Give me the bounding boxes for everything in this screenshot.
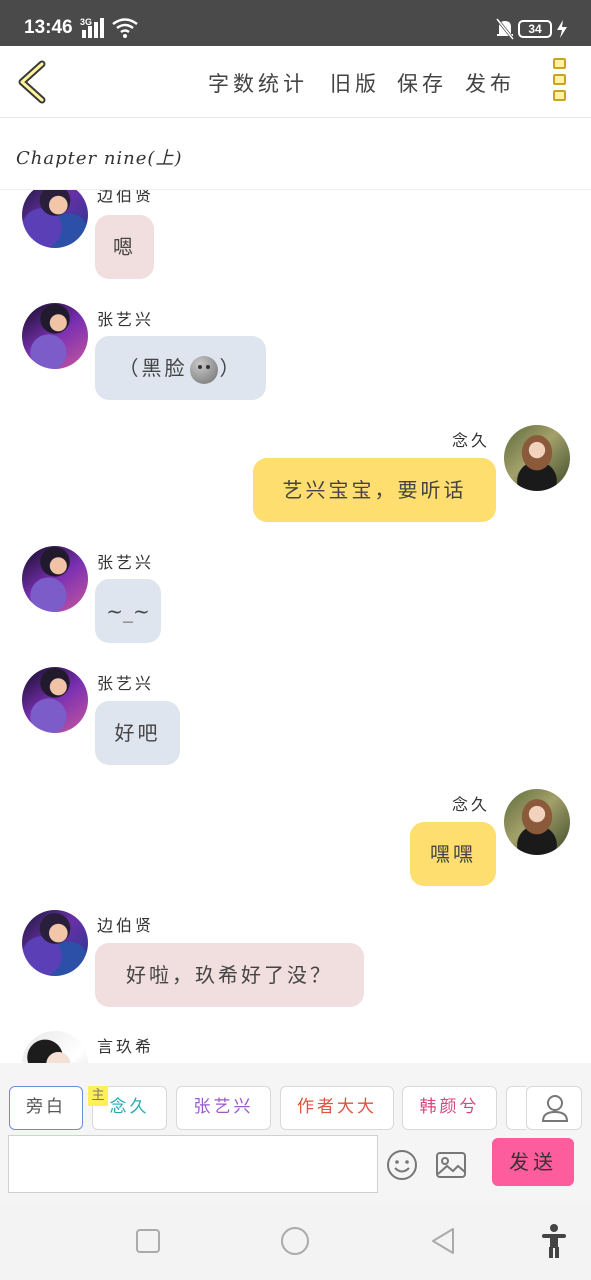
avatar[interactable] — [22, 303, 88, 369]
mute-bell-icon — [496, 18, 514, 40]
add-role-button[interactable] — [526, 1086, 582, 1130]
sender-name: 念久 — [452, 795, 491, 814]
message-bubble[interactable]: 艺兴宝宝，要听话 — [253, 458, 496, 522]
back-nav-icon[interactable] — [429, 1226, 457, 1256]
message-bubble[interactable]: ~_~ — [95, 579, 161, 643]
avatar[interactable] — [504, 425, 570, 491]
message-input[interactable] — [8, 1135, 378, 1193]
word-count-button[interactable]: 字数统计 — [208, 68, 308, 98]
battery-indicator: 34 — [518, 20, 552, 38]
message-bubble[interactable]: 好啦，玖希好了没？ — [95, 943, 364, 1007]
sender-name: 张艺兴 — [97, 553, 155, 572]
old-version-button[interactable]: 旧版 — [330, 68, 380, 98]
chat-scroll-area[interactable]: 边伯贤 嗯 张艺兴 （黑脸 ） 念久 艺兴宝宝，要听话 张艺兴 ~_~ 张艺兴 好… — [0, 190, 591, 1063]
angry-face-emoji-icon — [189, 355, 218, 384]
more-menu-icon[interactable] — [548, 58, 570, 108]
main-role-badge: 主 — [88, 1086, 108, 1106]
role-tab-narration[interactable]: 旁白 — [9, 1086, 83, 1130]
role-tab-more[interactable] — [506, 1086, 526, 1130]
home-icon[interactable] — [280, 1226, 310, 1256]
sender-name: 边伯贤 — [97, 190, 155, 205]
save-button[interactable]: 保存 — [397, 68, 447, 98]
status-time: 13:46 — [24, 17, 73, 38]
editor-header: 字数统计 旧版 保存 发布 — [0, 46, 591, 118]
back-arrow-icon[interactable] — [14, 60, 54, 104]
sender-name: 边伯贤 — [97, 916, 155, 935]
avatar[interactable] — [22, 667, 88, 733]
role-tab-zhang-yixing[interactable]: 张艺兴 — [176, 1086, 271, 1130]
charging-icon — [557, 20, 567, 38]
sender-name: 张艺兴 — [97, 310, 155, 329]
avatar[interactable] — [22, 910, 88, 976]
accessibility-icon[interactable] — [540, 1223, 568, 1259]
avatar[interactable] — [504, 789, 570, 855]
sender-name: 张艺兴 — [97, 674, 155, 693]
role-tab-author[interactable]: 作者大大 — [280, 1086, 394, 1130]
image-icon[interactable] — [435, 1151, 467, 1179]
avatar[interactable] — [22, 1031, 88, 1063]
recent-apps-icon[interactable] — [135, 1228, 161, 1254]
signal-icon — [82, 18, 104, 38]
emoji-icon[interactable] — [386, 1149, 418, 1181]
wifi-icon — [112, 18, 138, 38]
sender-name: 言玖希 — [97, 1037, 155, 1056]
system-nav-bar — [0, 1201, 591, 1280]
message-bubble[interactable]: 嘿嘿 — [410, 822, 496, 886]
message-text: （黑脸 — [118, 356, 188, 380]
chapter-title-bar[interactable]: Chapter nine(上) — [0, 118, 591, 190]
message-bubble[interactable]: 好吧 — [95, 701, 180, 765]
composer-bar: 发送 — [0, 1133, 591, 1201]
sender-name: 念久 — [452, 431, 491, 450]
send-button[interactable]: 发送 — [492, 1138, 574, 1186]
status-bar: 13:46 3G 34 — [0, 0, 591, 46]
message-bubble[interactable]: 嗯 — [95, 215, 154, 279]
avatar[interactable] — [22, 190, 88, 248]
message-text-end: ） — [219, 356, 243, 380]
user-icon — [541, 1095, 569, 1122]
avatar[interactable] — [22, 546, 88, 612]
publish-button[interactable]: 发布 — [465, 68, 515, 98]
role-tab-han-yanxi[interactable]: 韩颜兮 — [402, 1086, 497, 1130]
message-bubble[interactable]: （黑脸 ） — [95, 336, 266, 400]
chapter-title: Chapter nine(上) — [16, 148, 183, 169]
